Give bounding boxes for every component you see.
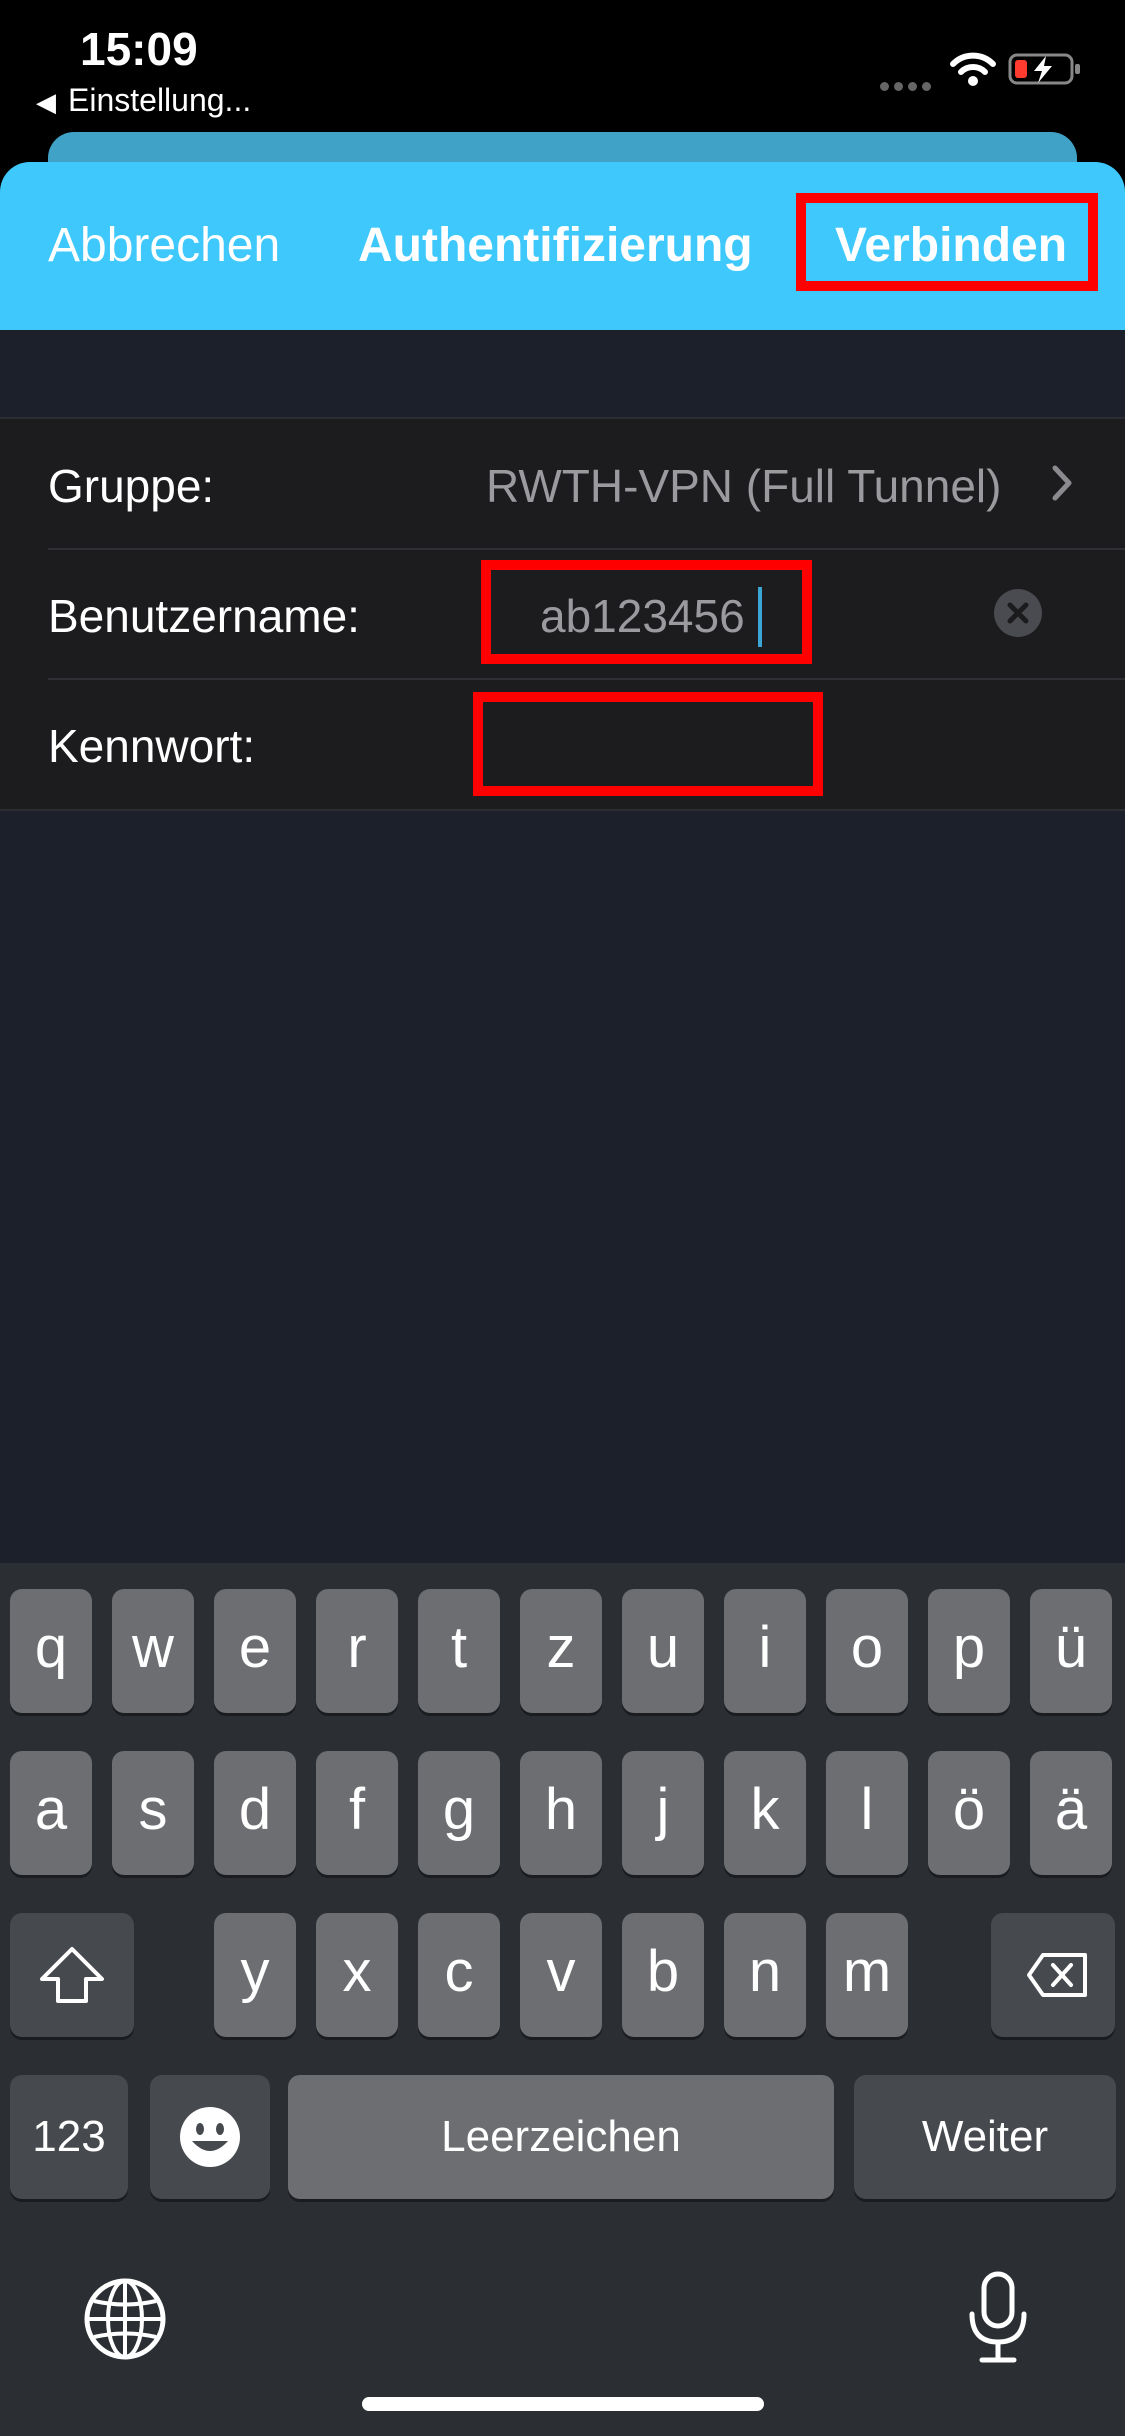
status-bar: 15:09 ◀ Einstellung...	[0, 0, 1125, 140]
key-row1-4[interactable]: t	[418, 1589, 500, 1713]
key-row1-8[interactable]: o	[826, 1589, 908, 1713]
key-row3-4[interactable]: b	[622, 1913, 704, 2037]
microphone-icon[interactable]	[966, 2270, 1030, 2366]
cancel-button[interactable]: Abbrechen	[48, 218, 280, 273]
key-row2-9[interactable]: ö	[928, 1751, 1010, 1875]
key-row1-7[interactable]: i	[724, 1589, 806, 1713]
key-row1-5[interactable]: z	[520, 1589, 602, 1713]
battery-charging-icon	[1008, 53, 1080, 85]
key-row2-10[interactable]: ä	[1030, 1751, 1112, 1875]
key-row1-0[interactable]: q	[10, 1589, 92, 1713]
username-label: Benutzername:	[48, 590, 360, 642]
globe-icon[interactable]	[82, 2276, 168, 2362]
emoji-key[interactable]	[150, 2075, 270, 2199]
sheet-header: Abbrechen Authentifizierung Verbinden	[0, 162, 1125, 330]
password-label: Kennwort:	[48, 720, 256, 772]
key-row2-1[interactable]: s	[112, 1751, 194, 1875]
key-row1-1[interactable]: w	[112, 1589, 194, 1713]
key-row1-9[interactable]: p	[928, 1589, 1010, 1713]
backspace-key[interactable]	[991, 1913, 1115, 2037]
wifi-icon	[950, 52, 996, 86]
backspace-icon	[1027, 1953, 1087, 1997]
key-row2-0[interactable]: a	[10, 1751, 92, 1875]
key-row3-3[interactable]: v	[520, 1913, 602, 2037]
password-highlight-box	[473, 692, 823, 796]
shift-icon	[40, 1947, 104, 2003]
shift-key[interactable]	[10, 1913, 134, 2037]
onscreen-keyboard: qwertzuiopü asdfghjklöä yxcvbnm 123 Leer…	[0, 1563, 1125, 2436]
key-row2-4[interactable]: g	[418, 1751, 500, 1875]
key-row1-10[interactable]: ü	[1030, 1589, 1112, 1713]
key-row2-7[interactable]: k	[724, 1751, 806, 1875]
key-row3-2[interactable]: c	[418, 1913, 500, 2037]
sheet-title: Authentifizierung	[358, 219, 753, 272]
key-row1-2[interactable]: e	[214, 1589, 296, 1713]
key-row2-2[interactable]: d	[214, 1751, 296, 1875]
key-row2-8[interactable]: l	[826, 1751, 908, 1875]
status-time: 15:09	[80, 23, 198, 75]
key-row3-5[interactable]: n	[724, 1913, 806, 2037]
cellular-dots-icon	[880, 78, 936, 96]
key-row2-5[interactable]: h	[520, 1751, 602, 1875]
group-value: RWTH-VPN (Full Tunnel)	[486, 460, 1002, 512]
group-row[interactable]: Gruppe: RWTH-VPN (Full Tunnel)	[0, 419, 1125, 547]
key-row1-3[interactable]: r	[316, 1589, 398, 1713]
numbers-key[interactable]: 123	[10, 2075, 128, 2199]
key-row3-1[interactable]: x	[316, 1913, 398, 2037]
group-label: Gruppe:	[48, 460, 215, 512]
home-indicator[interactable]	[362, 2397, 764, 2411]
back-to-app-link[interactable]: ◀ Einstellung...	[36, 82, 251, 119]
key-row3-6[interactable]: m	[826, 1913, 908, 2037]
key-row3-0[interactable]: y	[214, 1913, 296, 2037]
close-icon	[1007, 602, 1029, 624]
emoji-icon	[180, 2107, 240, 2167]
back-triangle-icon: ◀	[36, 87, 56, 117]
key-row1-6[interactable]: u	[622, 1589, 704, 1713]
return-key[interactable]: Weiter	[854, 2075, 1116, 2199]
back-app-label: Einstellung...	[68, 82, 252, 118]
clear-text-button[interactable]	[994, 589, 1042, 637]
space-key[interactable]: Leerzeichen	[288, 2075, 834, 2199]
key-row2-3[interactable]: f	[316, 1751, 398, 1875]
connect-highlight-box	[796, 193, 1098, 291]
chevron-right-icon	[1052, 465, 1072, 501]
username-highlight-box	[481, 560, 812, 664]
key-row2-6[interactable]: j	[622, 1751, 704, 1875]
